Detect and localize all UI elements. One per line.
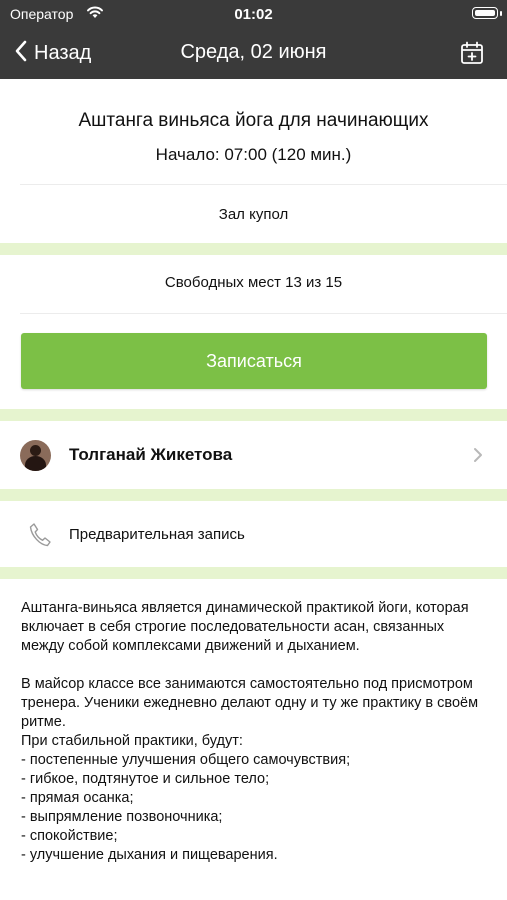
section-separator (0, 489, 507, 501)
event-start-time: Начало: 07:00 (120 мин.) (155, 145, 352, 164)
signup-button[interactable]: Записаться (21, 333, 487, 389)
section-separator (0, 243, 507, 255)
page-title: Среда, 02 июня (180, 41, 327, 63)
status-time: 01:02 (234, 6, 273, 23)
status-bar: Оператор 01:02 (0, 0, 507, 28)
event-hall: Зал купол (218, 206, 289, 223)
calendar-add-icon (459, 41, 485, 70)
free-seats: Свободных мест 13 из 15 (164, 274, 343, 291)
section-separator (0, 409, 507, 421)
battery-cap (500, 11, 502, 16)
phone-icon (28, 522, 52, 553)
event-title: Аштанга виньяса йога для начинающих (78, 110, 429, 131)
divider (20, 313, 507, 314)
trainer-name: Толганай Жикетова (69, 445, 233, 464)
trainer-row[interactable]: Толганай Жикетова (0, 421, 507, 489)
pre-booking-label: Предварительная запись (69, 526, 245, 543)
divider (20, 184, 507, 185)
pre-booking-row[interactable]: Предварительная запись (0, 501, 507, 567)
battery-icon (472, 7, 498, 19)
add-to-calendar-button[interactable] (459, 40, 485, 66)
avatar (20, 440, 51, 471)
nav-bar: Назад Среда, 02 июня (0, 28, 507, 79)
section-separator (0, 567, 507, 579)
header: Оператор 01:02 Назад Среда, 02 июня (0, 0, 507, 79)
chevron-right-icon (473, 447, 483, 468)
event-description: Аштанга-виньяса является динамической пр… (21, 600, 479, 863)
